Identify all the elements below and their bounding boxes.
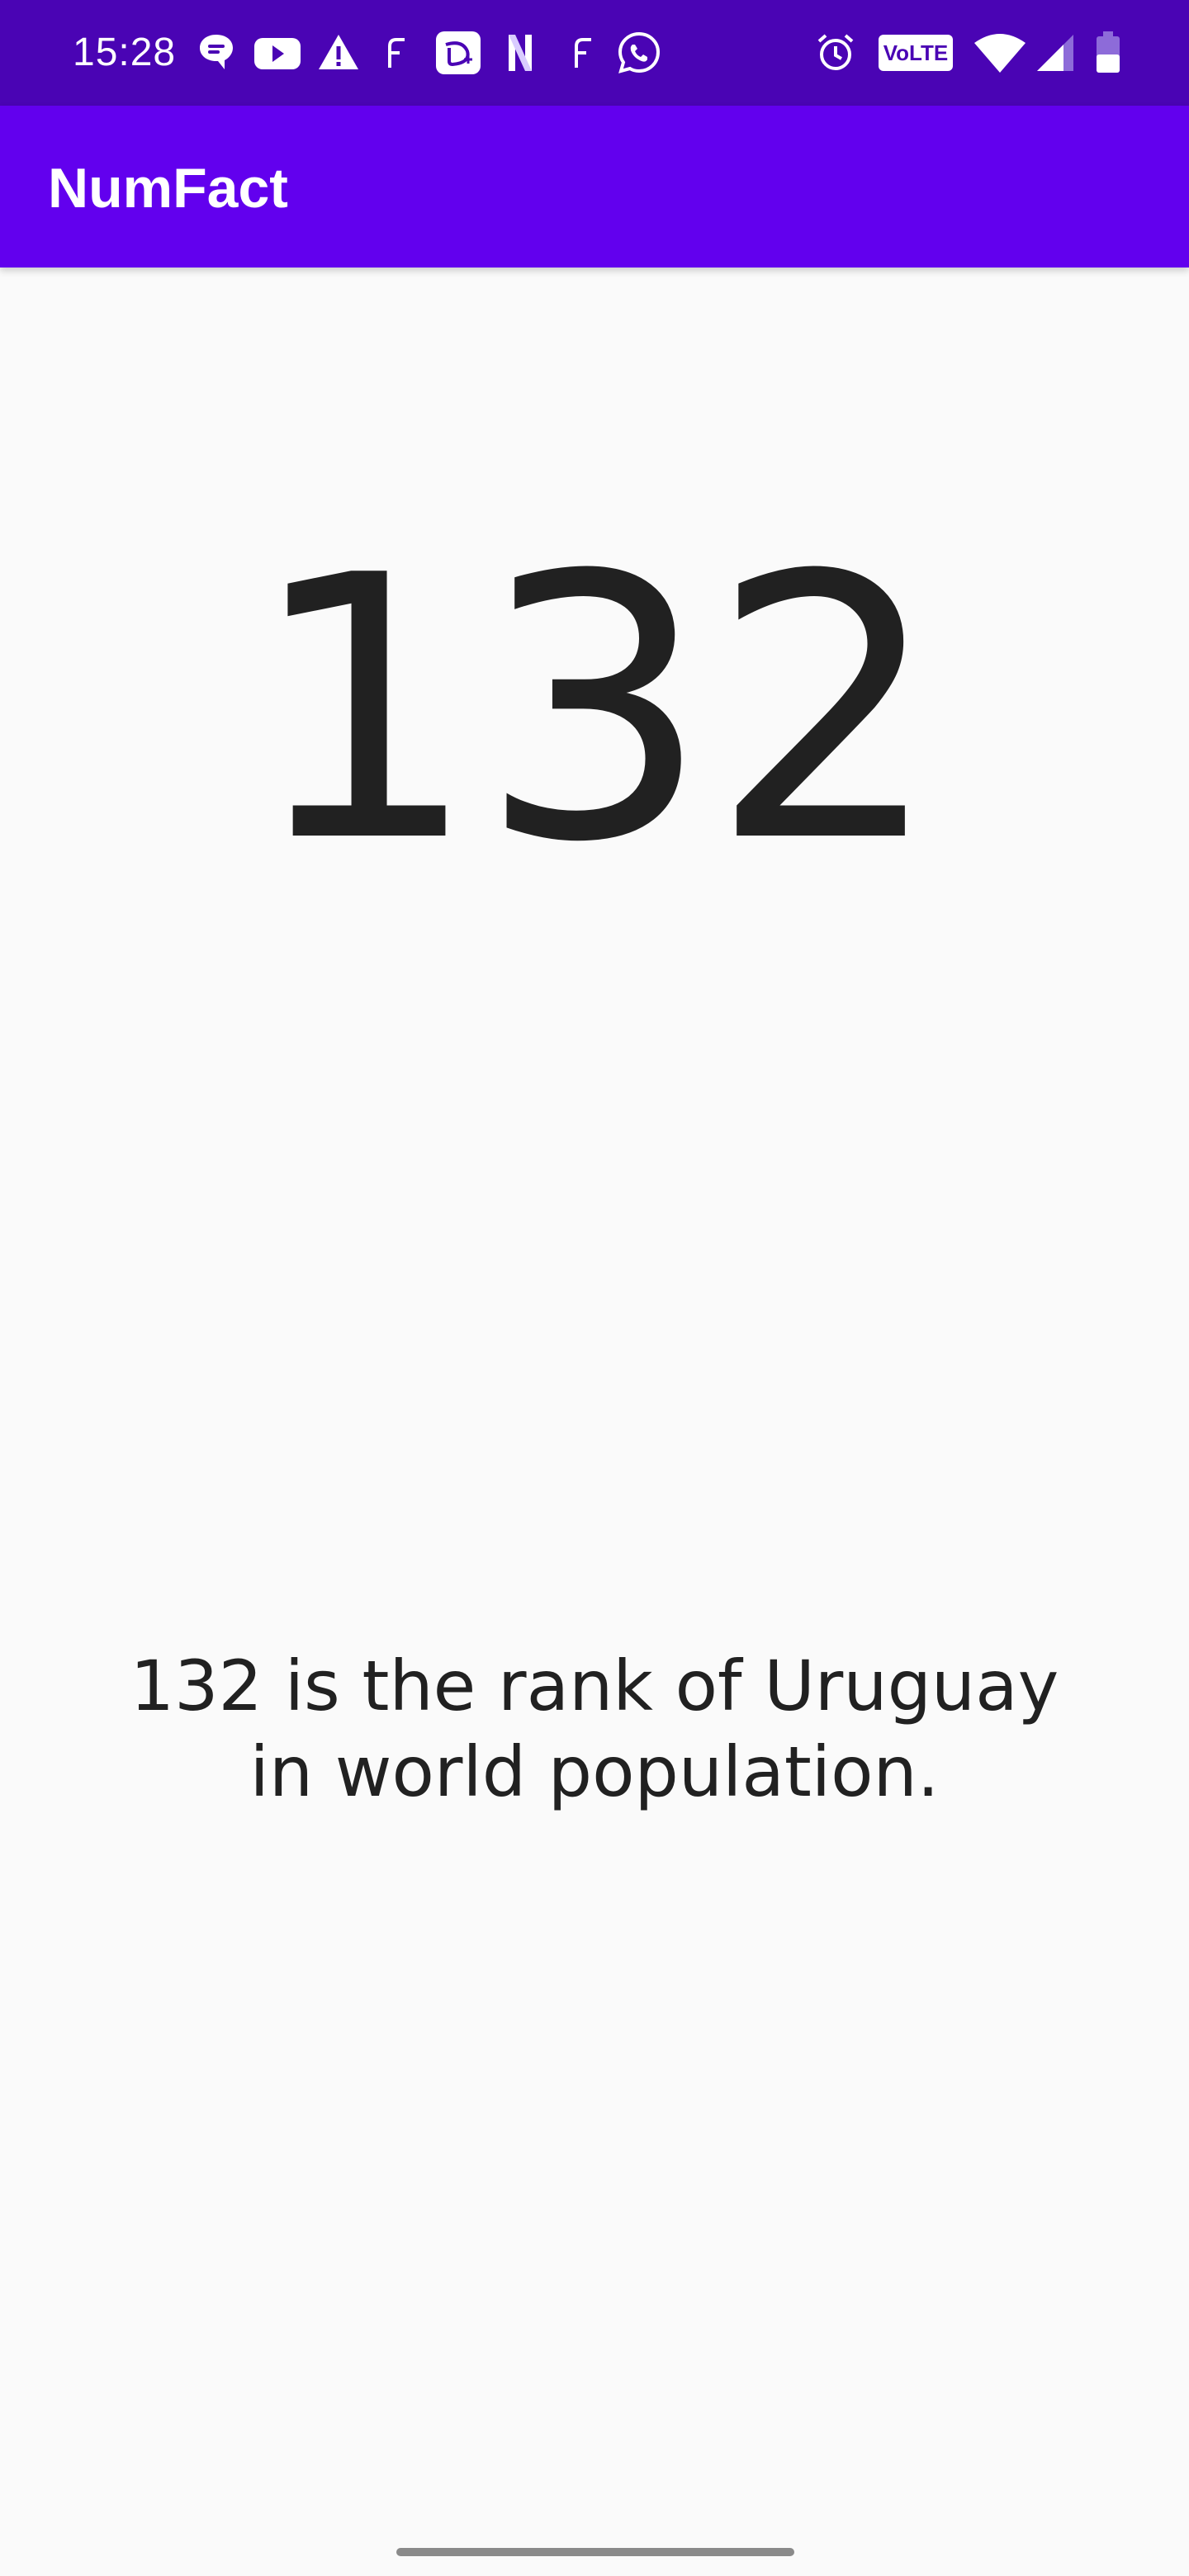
- battery-icon: [1097, 31, 1120, 73]
- f-icon: [388, 38, 405, 68]
- fact-text: 132 is the rank of Uruguay in world popu…: [130, 1646, 1059, 1812]
- status-bar: 15:28 VoLTE: [0, 0, 1189, 106]
- volte-label: VoLTE: [883, 40, 949, 65]
- wifi-icon: [974, 34, 1026, 73]
- alarm-icon: [817, 34, 854, 70]
- volte-icon: VoLTE: [879, 35, 953, 71]
- disney-plus-icon: [436, 31, 481, 74]
- app-bar: NumFact: [0, 106, 1189, 268]
- number-display: 132: [248, 499, 941, 921]
- f-icon: [575, 38, 591, 68]
- netflix-icon: [509, 35, 532, 71]
- status-time: 15:28: [73, 31, 177, 74]
- app-title: NumFact: [48, 157, 288, 220]
- whatsapp-icon: [618, 31, 661, 73]
- youtube-icon: [254, 38, 301, 69]
- signal-icon: [1037, 35, 1073, 71]
- home-indicator[interactable]: [396, 2548, 794, 2556]
- message-icon: [200, 35, 233, 69]
- screen: 15:28 VoLTE NumFact 132 132 is the rank …: [0, 0, 1189, 2576]
- warning-icon: [319, 35, 358, 69]
